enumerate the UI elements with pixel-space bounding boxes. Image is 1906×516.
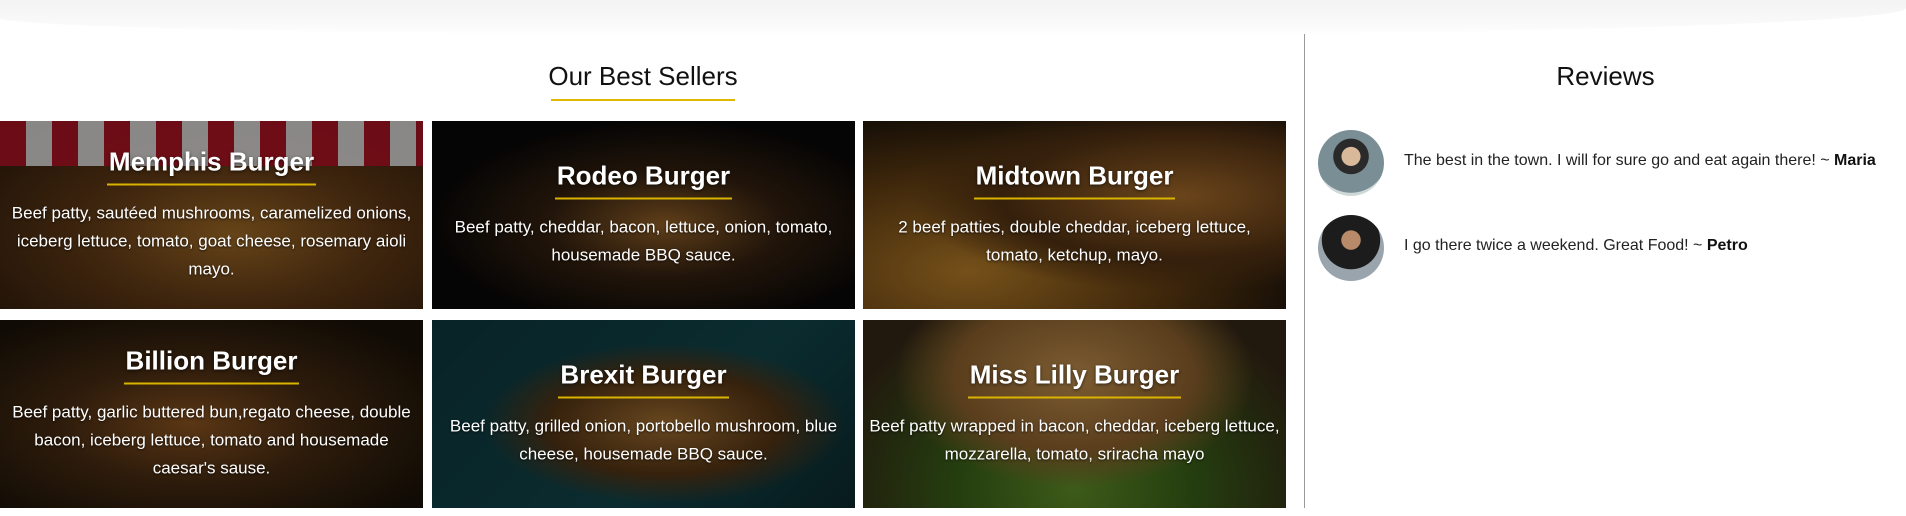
menu-card-brexit[interactable]: Brexit Burger Beef patty, grilled onion,… — [432, 320, 855, 508]
menu-card-description: Beef patty, grilled onion, portobello mu… — [449, 416, 838, 464]
reviewer-avatar — [1318, 215, 1384, 281]
review-body: The best in the town. I will for sure go… — [1404, 152, 1835, 169]
reviews-title: Reviews — [1556, 61, 1655, 91]
best-sellers-title: Our Best Sellers — [548, 61, 738, 91]
menu-card-description: Beef patty, garlic buttered bun,regato c… — [12, 402, 411, 478]
review-text: I go there twice a weekend. Great Food! … — [1404, 237, 1748, 255]
menu-card-billion[interactable]: Billion Burger Beef patty, garlic butter… — [0, 320, 423, 508]
menu-card-title: Midtown Burger — [973, 161, 1176, 200]
menu-card-description: Beef patty, cheddar, bacon, lettuce, oni… — [454, 217, 833, 265]
review-text: The best in the town. I will for sure go… — [1404, 152, 1876, 170]
menu-card-title: Brexit Burger — [558, 360, 729, 399]
menu-card-miss-lilly[interactable]: Miss Lilly Burger Beef patty wrapped in … — [863, 320, 1286, 508]
menu-card-title: Miss Lilly Burger — [967, 360, 1182, 399]
best-sellers-title-underline — [551, 99, 735, 101]
menu-card-memphis[interactable]: Memphis Burger Beef patty, sautéed mushr… — [0, 121, 423, 309]
menu-card-midtown[interactable]: Midtown Burger 2 beef patties, double ch… — [863, 121, 1286, 309]
menu-card-rodeo[interactable]: Rodeo Burger Beef patty, cheddar, bacon,… — [432, 121, 855, 309]
menu-card-description: Beef patty, sautéed mushrooms, carameliz… — [11, 203, 412, 279]
menu-card-title: Rodeo Burger — [554, 161, 733, 200]
menu-card-title: Billion Burger — [123, 346, 300, 385]
review-author: Maria — [1834, 152, 1876, 169]
section-divider — [1304, 34, 1305, 508]
menu-card-title: Memphis Burger — [106, 147, 317, 186]
review-body: I go there twice a weekend. Great Food! … — [1404, 237, 1707, 254]
top-wave-decoration — [0, 0, 1906, 36]
review-author: Petro — [1706, 237, 1748, 254]
best-sellers-grid: Memphis Burger Beef patty, sautéed mushr… — [0, 121, 1286, 509]
menu-card-description: Beef patty wrapped in bacon, cheddar, ic… — [869, 416, 1280, 464]
review-item: The best in the town. I will for sure go… — [1318, 130, 1906, 196]
review-item: I go there twice a weekend. Great Food! … — [1318, 215, 1906, 281]
menu-card-description: 2 beef patties, double cheddar, iceberg … — [898, 217, 1251, 265]
reviewer-avatar — [1318, 130, 1384, 196]
